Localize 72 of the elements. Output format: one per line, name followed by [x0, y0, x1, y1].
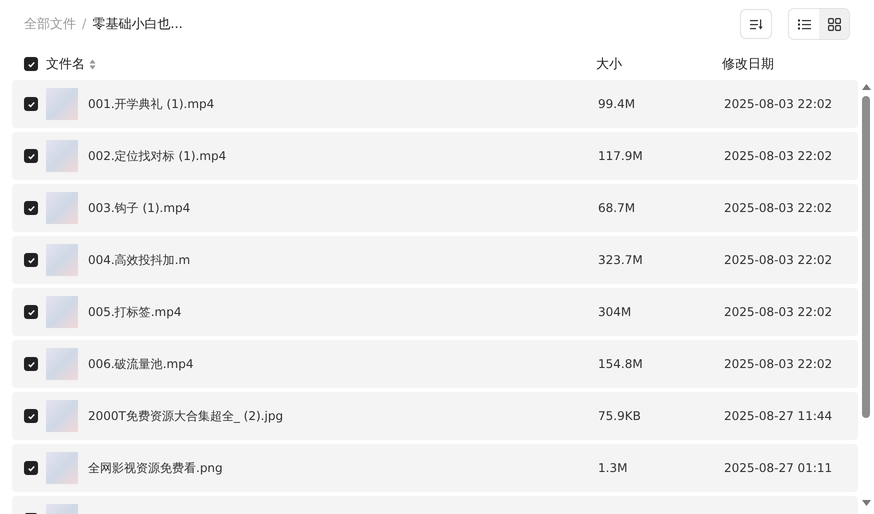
file-size: 99.4M: [598, 97, 636, 111]
file-size: 68.7M: [598, 201, 636, 215]
file-name: 003.钩子 (1).mp4: [88, 200, 192, 216]
file-row[interactable]: 001.开学典礼 (1).mp4 99.4M 2025-08-03 22:02: [12, 80, 858, 128]
column-header: 修改日期: [722, 56, 774, 73]
file-row[interactable]: 003.钩子 (1).mp4 68.7M 2025-08-03 22:02: [12, 184, 858, 232]
scroll-down-icon[interactable]: [862, 500, 870, 506]
check-icon: [26, 60, 36, 68]
modified-date: 2025-08-27 01:11: [724, 461, 832, 475]
modified-date: 2025-08-03 22:02: [724, 305, 832, 319]
list-view-icon: [798, 18, 810, 30]
check-icon: [26, 308, 36, 316]
file-size: 117.9M: [598, 149, 644, 163]
file-row[interactable]: 2000T免费资源大合集超全_ (2).jpg 75.9KB 2025-08-27 11:44: [12, 392, 858, 440]
checkbox[interactable]: [24, 357, 38, 371]
checkbox[interactable]: [24, 149, 38, 163]
checkbox[interactable]: [24, 97, 38, 111]
thumbnail-placeholder: [46, 244, 78, 276]
file-name: 全网影视资源免费看.png: [88, 460, 224, 476]
check-icon: [26, 360, 36, 368]
column-header: 大小: [596, 56, 623, 73]
column-header[interactable]: 文件名: [46, 55, 85, 73]
thumbnail-placeholder: [46, 452, 78, 484]
modified-date: 2025-08-03 22:02: [724, 149, 832, 163]
checkbox[interactable]: [24, 409, 38, 423]
check-icon: [26, 152, 36, 160]
file-row[interactable]: 004.高效投抖加.m 323.7M 2025-08-03 22:02: [12, 236, 858, 284]
file-size: 75.9KB: [598, 409, 642, 423]
sort-arrows-icon[interactable]: [89, 58, 96, 70]
file-row[interactable]: 002.定位找对标 (1).mp4 117.9M 2025-08-03 22:02: [12, 132, 858, 180]
check-icon: [26, 464, 36, 472]
checkbox[interactable]: [24, 57, 38, 71]
checkbox[interactable]: [24, 201, 38, 215]
check-icon: [26, 412, 36, 420]
file-row[interactable]: 全网影视资源免费看.png 1.3M 2025-08-27 01:11: [12, 444, 858, 492]
breadcrumb-item[interactable]: 零基础小白也...: [92, 15, 183, 33]
file-size: 304M: [598, 305, 632, 319]
check-icon: [26, 256, 36, 264]
checkbox[interactable]: [24, 305, 38, 319]
file-name: 006.破流量池.mp4: [88, 356, 194, 372]
thumbnail-placeholder: [46, 192, 78, 224]
sort-icon: [750, 18, 762, 30]
file-name: 005.打标签.mp4: [88, 304, 182, 320]
file-row[interactable]: 006.破流量池.mp4 154.8M 2025-08-03 22:02: [12, 340, 858, 388]
modified-date: 2025-08-03 22:02: [724, 97, 832, 111]
file-size: 1.3M: [598, 461, 628, 475]
file-name: 2000T免费资源大合集超全_ (2).jpg: [88, 408, 284, 424]
modified-date: 2025-08-03 22:02: [724, 357, 832, 371]
thumbnail-placeholder: [46, 140, 78, 172]
checkbox[interactable]: [24, 253, 38, 267]
grid-view-icon: [828, 18, 840, 30]
thumbnail-placeholder: [46, 296, 78, 328]
file-size: 154.8M: [598, 357, 644, 371]
file-name: 001.开学典礼 (1).mp4: [88, 96, 216, 112]
modified-date: 2025-08-03 22:02: [724, 201, 832, 215]
thumbnail-placeholder: [46, 348, 78, 380]
scrollbar-thumb[interactable]: [862, 96, 870, 418]
modified-date: 2025-08-03 22:02: [724, 253, 832, 267]
file-name: 002.定位找对标 (1).mp4: [88, 148, 228, 164]
breadcrumb-separator: /: [82, 16, 86, 32]
file-name: 004.高效投抖加.m: [88, 252, 192, 268]
thumbnail-placeholder: [46, 400, 78, 432]
thumbnail-placeholder: [46, 88, 78, 120]
file-size: 323.7M: [598, 253, 644, 267]
check-icon: [26, 100, 36, 108]
checkbox[interactable]: [24, 461, 38, 475]
scroll-up-icon[interactable]: [862, 84, 870, 90]
file-row[interactable]: 005.打标签.mp4 304M 2025-08-03 22:02: [12, 288, 858, 336]
check-icon: [26, 204, 36, 212]
modified-date: 2025-08-27 11:44: [724, 409, 832, 423]
sort-button[interactable]: [740, 9, 772, 39]
view-toggle-button[interactable]: [819, 9, 849, 39]
